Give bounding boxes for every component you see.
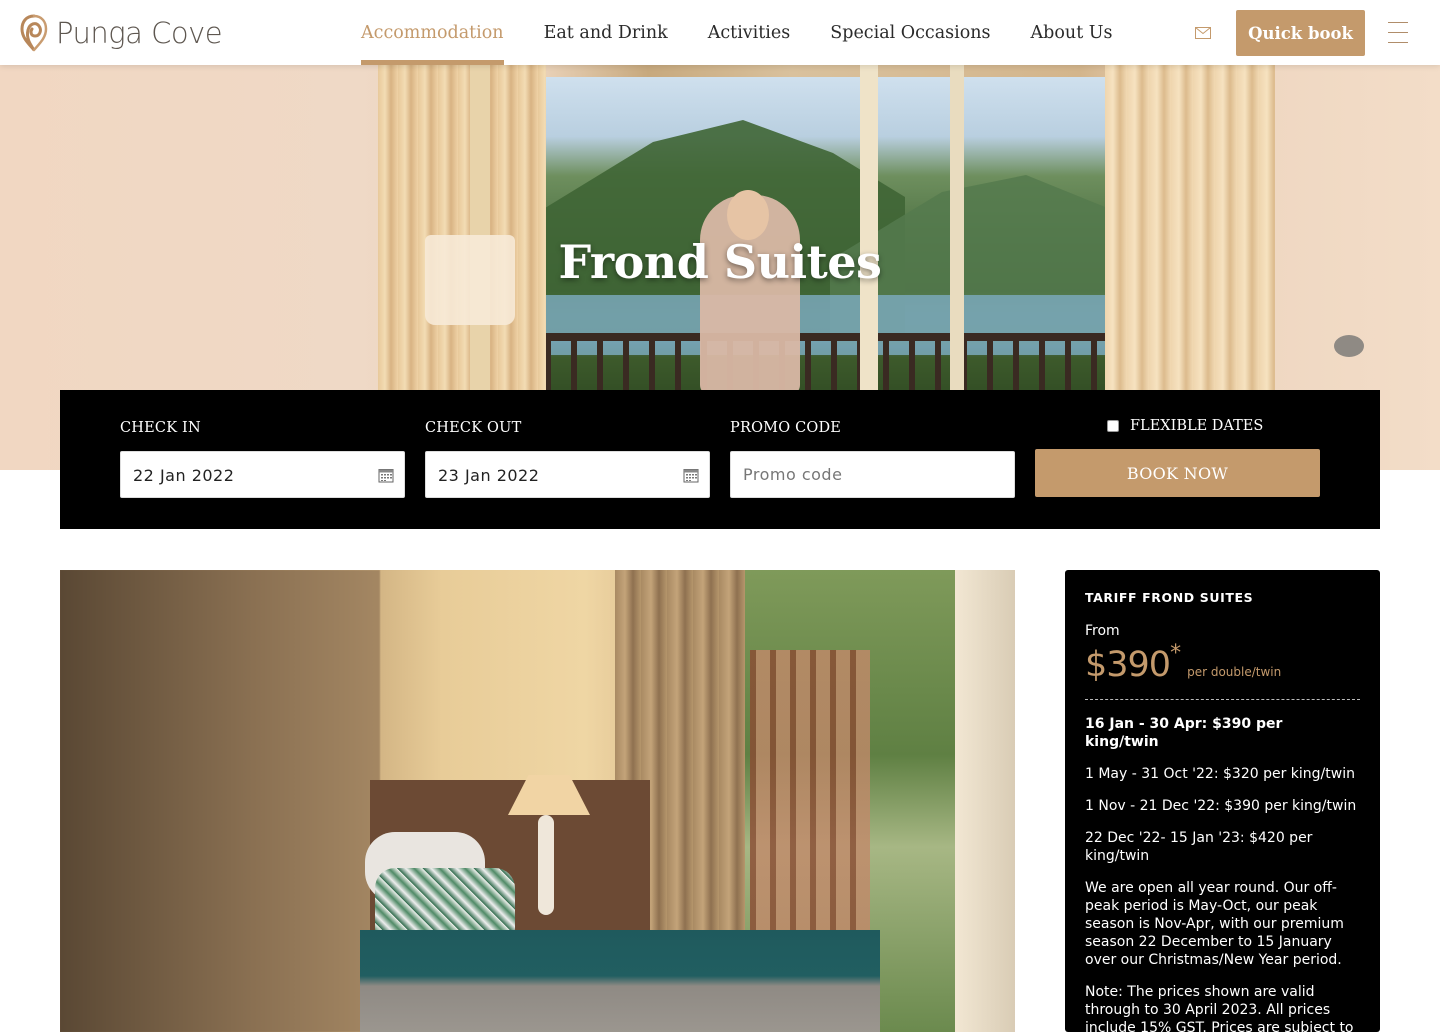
hero-balcony-railing — [545, 335, 1110, 395]
hamburger-menu-icon[interactable] — [1388, 22, 1408, 44]
price-note: Note: The prices shown are valid through… — [1085, 984, 1354, 1032]
room-photo — [60, 570, 1015, 1032]
season-note: We are open all year round. Our off-peak… — [1085, 880, 1344, 968]
check-in-field[interactable]: 22 Jan 2022 — [120, 451, 405, 498]
calendar-icon[interactable] — [378, 467, 394, 483]
flexible-dates-label[interactable]: FLEXIBLE DATES — [1130, 418, 1263, 434]
nav-accommodation[interactable]: Accommodation — [361, 0, 504, 65]
promo-code-input[interactable] — [730, 451, 1015, 498]
flexible-dates-checkbox[interactable] — [1107, 420, 1119, 432]
nav-activities[interactable]: Activities — [708, 0, 791, 65]
main-nav: Accommodation Eat and Drink Activities S… — [361, 0, 1153, 65]
tariff-rate: 1 May - 31 Oct '22: $320 per king/twin — [1085, 766, 1355, 782]
check-in-value: 22 Jan 2022 — [133, 466, 235, 485]
tariff-title: TARIFF FROND SUITES — [1085, 590, 1254, 605]
logo-text: Punga Cove — [56, 16, 223, 50]
nav-special-occasions[interactable]: Special Occasions — [830, 0, 990, 65]
calendar-icon[interactable] — [683, 467, 699, 483]
nav-eat-and-drink[interactable]: Eat and Drink — [544, 0, 668, 65]
bed — [360, 930, 880, 1032]
logo[interactable]: Punga Cove — [20, 14, 223, 52]
check-out-field[interactable]: 23 Jan 2022 — [425, 451, 710, 498]
tariff-price-unit: per double/twin — [1187, 665, 1282, 679]
mail-icon[interactable] — [1195, 27, 1211, 39]
tariff-rate: 22 Dec '22- 15 Jan '23: $420 per king/tw… — [1085, 830, 1313, 864]
quick-book-button[interactable]: Quick book — [1236, 10, 1365, 56]
tariff-price-row: $390 * per double/twin — [1085, 641, 1360, 700]
punga-fern-logo-icon — [20, 14, 48, 52]
check-out-label: CHECK OUT — [425, 420, 522, 436]
tariff-from-label: From — [1085, 623, 1120, 639]
tariff-rate: 16 Jan - 30 Apr: $390 per king/twin — [1085, 716, 1283, 750]
check-in-label: CHECK IN — [120, 420, 201, 436]
book-now-button[interactable]: BOOK NOW — [1035, 449, 1320, 497]
booking-bar: CHECK IN 22 Jan 2022 CHECK OUT 23 Jan 20… — [60, 390, 1380, 529]
tariff-panel: TARIFF FROND SUITES From $390 * per doub… — [1065, 570, 1380, 1032]
check-out-value: 23 Jan 2022 — [438, 466, 540, 485]
tariff-price: $390 — [1085, 645, 1171, 685]
tariff-price-asterisk: * — [1170, 641, 1182, 666]
page-title: Frond Suites — [558, 235, 882, 289]
promo-code-label: PROMO CODE — [730, 420, 842, 436]
nav-about-us[interactable]: About Us — [1031, 0, 1113, 65]
site-header: Punga Cove Accommodation Eat and Drink A… — [0, 0, 1440, 65]
tariff-rate: 1 Nov - 21 Dec '22: $390 per king/twin — [1085, 798, 1357, 814]
door-handle — [1334, 335, 1364, 357]
